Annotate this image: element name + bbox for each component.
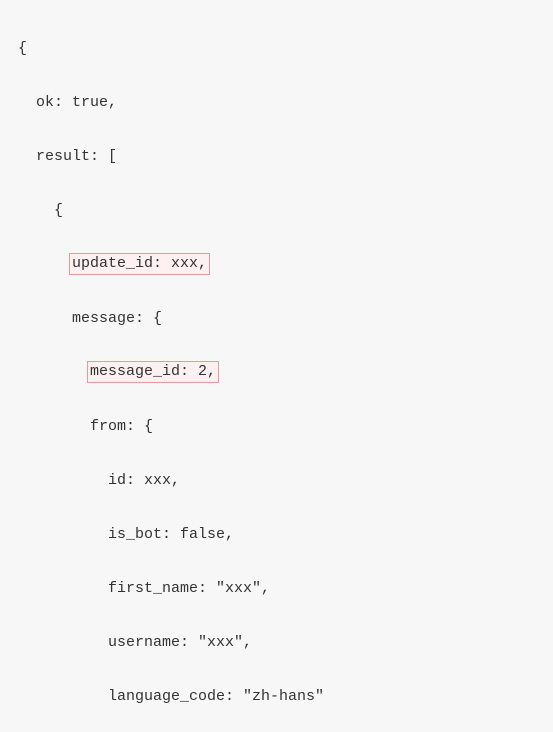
highlight-message-id: message_id: 2, <box>87 361 219 383</box>
code-line: message: { <box>18 305 543 332</box>
code-line: result: [ <box>18 143 543 170</box>
indent <box>18 256 72 273</box>
indent <box>18 364 90 381</box>
code-block: { ok: true, result: [ { update_id: xxx, … <box>0 0 553 732</box>
code-line: is_bot: false, <box>18 521 543 548</box>
code-line: { <box>18 197 543 224</box>
code-line: username: "xxx", <box>18 629 543 656</box>
code-line: id: xxx, <box>18 467 543 494</box>
code-line: from: { <box>18 413 543 440</box>
code-line: first_name: "xxx", <box>18 575 543 602</box>
code-line: { <box>18 35 543 62</box>
code-line: language_code: "zh-hans" <box>18 683 543 710</box>
code-line: update_id: xxx, <box>18 251 543 278</box>
highlight-update-id: update_id: xxx, <box>69 253 210 275</box>
code-line: ok: true, <box>18 89 543 116</box>
code-line: message_id: 2, <box>18 359 543 386</box>
